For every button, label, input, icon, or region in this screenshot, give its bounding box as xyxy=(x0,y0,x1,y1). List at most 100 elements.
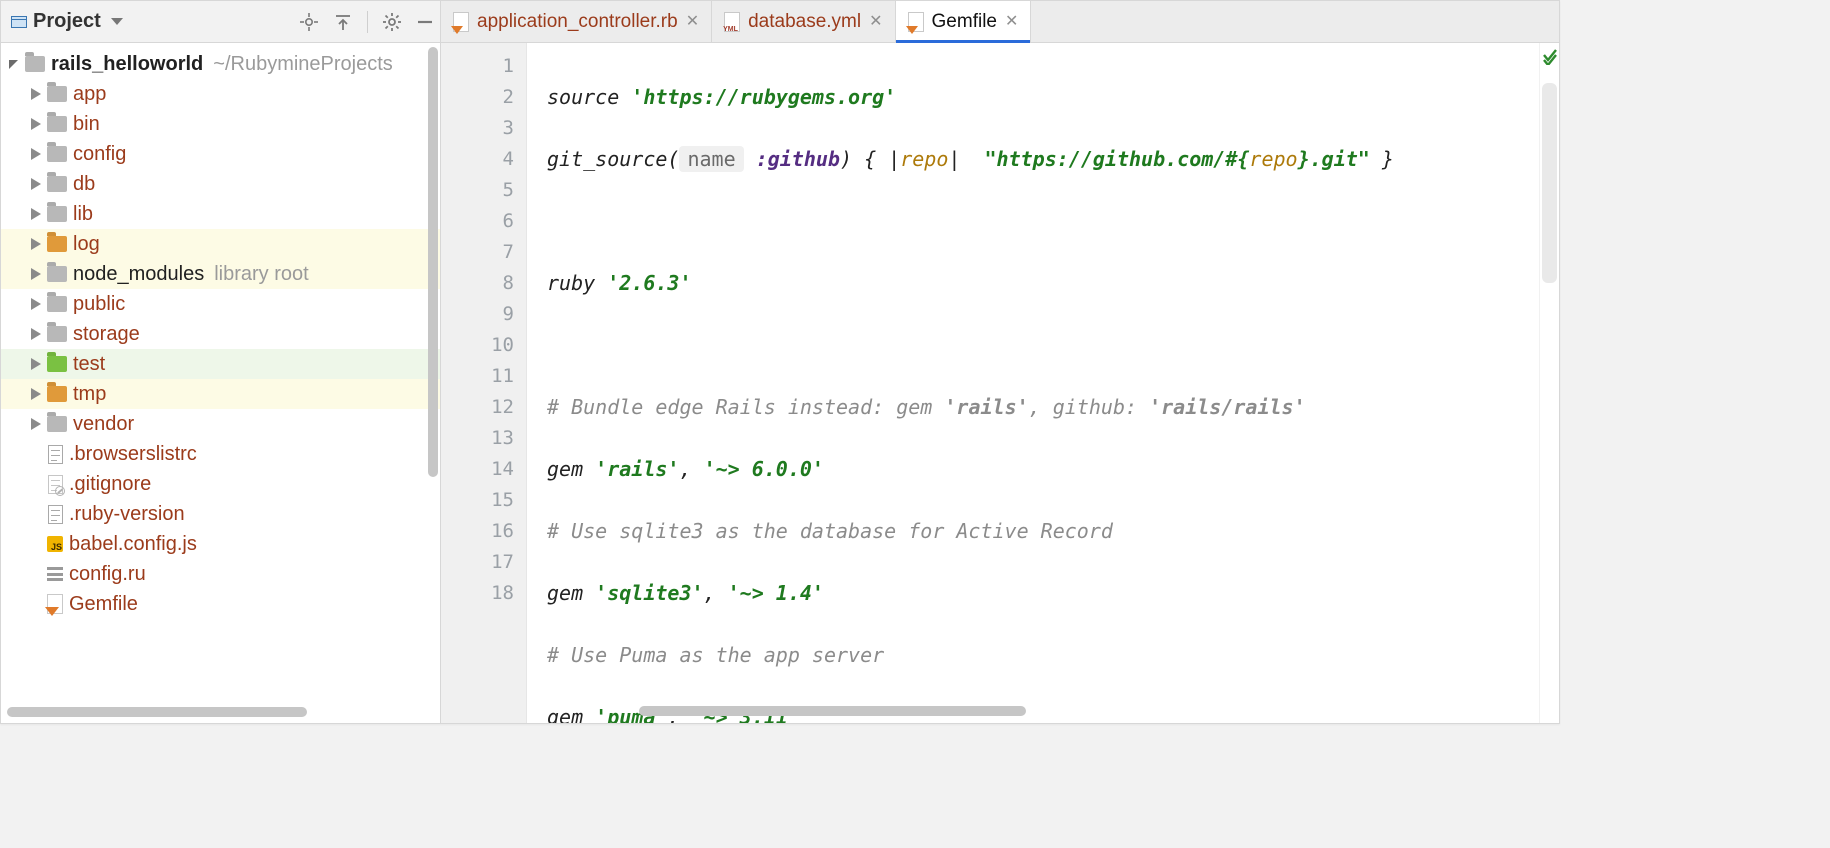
hide-icon[interactable] xyxy=(416,13,434,31)
tree-folder[interactable]: bin xyxy=(1,109,440,139)
tree-folder[interactable]: tmp xyxy=(1,379,440,409)
project-icon xyxy=(11,16,27,28)
scrollbar-thumb[interactable] xyxy=(7,707,307,717)
line-number: 13 xyxy=(441,423,514,454)
line-number: 17 xyxy=(441,547,514,578)
tree-horizontal-scrollbar[interactable] xyxy=(7,705,434,719)
tree-item-label: db xyxy=(73,173,95,196)
line-number-gutter: 123456789101112131415161718 xyxy=(441,43,527,723)
tab-label: Gemfile xyxy=(932,11,997,33)
tree-folder[interactable]: vendor xyxy=(1,409,440,439)
tree-item-label: babel.config.js xyxy=(69,533,197,556)
line-number: 18 xyxy=(441,578,514,609)
separator xyxy=(367,11,368,33)
tree-file[interactable]: .gitignore xyxy=(1,469,440,499)
line-number: 11 xyxy=(441,361,514,392)
line-number: 2 xyxy=(441,82,514,113)
yaml-file-icon: YML xyxy=(724,12,740,32)
line-number: 9 xyxy=(441,299,514,330)
ruby-file-icon xyxy=(453,12,469,32)
project-tree[interactable]: rails_helloworld ~/RubymineProjects app b… xyxy=(1,43,440,705)
line-number: 3 xyxy=(441,113,514,144)
collapse-arrow-icon[interactable] xyxy=(29,327,43,341)
line-number: 12 xyxy=(441,392,514,423)
collapse-arrow-icon[interactable] xyxy=(29,297,43,311)
gem-file-icon xyxy=(47,594,63,614)
tree-item-label: lib xyxy=(73,203,93,226)
collapse-arrow-icon[interactable] xyxy=(29,147,43,161)
tree-root[interactable]: rails_helloworld ~/RubymineProjects xyxy=(1,49,440,79)
inspection-status-icon[interactable] xyxy=(1543,49,1556,65)
code-text[interactable]: source 'https://rubygems.org' git_source… xyxy=(527,43,1539,723)
collapse-arrow-icon[interactable] xyxy=(29,117,43,131)
tree-item-label: bin xyxy=(73,113,100,136)
line-number: 4 xyxy=(441,144,514,175)
tree-vertical-scrollbar[interactable] xyxy=(428,47,438,677)
close-icon[interactable]: ✕ xyxy=(1005,14,1018,30)
tab-label: application_controller.rb xyxy=(477,11,678,33)
collapse-arrow-icon[interactable] xyxy=(29,87,43,101)
rack-file-icon xyxy=(47,564,63,584)
scrollbar-thumb[interactable] xyxy=(428,47,438,477)
collapse-arrow-icon[interactable] xyxy=(29,207,43,221)
tree-item-label: .browserslistrc xyxy=(69,443,197,466)
folder-icon xyxy=(47,296,67,312)
ignored-file-icon xyxy=(47,474,63,494)
tree-folder[interactable]: public xyxy=(1,289,440,319)
tree-item-label: app xyxy=(73,83,106,106)
tree-file[interactable]: JS babel.config.js xyxy=(1,529,440,559)
project-view-label: Project xyxy=(33,10,101,33)
tree-file[interactable]: .ruby-version xyxy=(1,499,440,529)
collapse-arrow-icon[interactable] xyxy=(29,177,43,191)
collapse-arrow-icon[interactable] xyxy=(29,357,43,371)
folder-icon xyxy=(47,206,67,222)
folder-icon xyxy=(47,386,67,402)
close-icon[interactable]: ✕ xyxy=(869,14,882,30)
tree-item-label: test xyxy=(73,353,105,376)
ide-window: Project xyxy=(0,0,1560,724)
tree-file[interactable]: .browserslistrc xyxy=(1,439,440,469)
folder-icon xyxy=(47,356,67,372)
line-number: 7 xyxy=(441,237,514,268)
close-icon[interactable]: ✕ xyxy=(686,14,699,30)
collapse-arrow-icon[interactable] xyxy=(29,237,43,251)
tree-item-label: .gitignore xyxy=(69,473,151,496)
text-file-icon xyxy=(47,444,63,464)
js-file-icon: JS xyxy=(47,534,63,554)
editor-tab[interactable]: application_controller.rb ✕ xyxy=(441,1,712,42)
tree-folder[interactable]: config xyxy=(1,139,440,169)
tree-folder[interactable]: app xyxy=(1,79,440,109)
gear-icon[interactable] xyxy=(382,12,402,32)
tree-item-label: node_modules xyxy=(73,263,204,286)
text-file-icon xyxy=(47,504,63,524)
tree-folder[interactable]: storage xyxy=(1,319,440,349)
expand-arrow-icon[interactable] xyxy=(7,57,21,71)
editor-tab[interactable]: YMLdatabase.yml✕ xyxy=(712,1,895,42)
tree-folder[interactable]: db xyxy=(1,169,440,199)
line-number: 5 xyxy=(441,175,514,206)
editor-tab[interactable]: Gemfile ✕ xyxy=(896,1,1032,42)
editor-area: application_controller.rb✕YMLdatabase.ym… xyxy=(441,1,1559,723)
tree-folder[interactable]: lib xyxy=(1,199,440,229)
folder-icon xyxy=(47,326,67,342)
ruby-file-icon xyxy=(908,12,924,32)
editor-horizontal-scrollbar[interactable] xyxy=(639,705,1519,717)
locate-icon[interactable] xyxy=(299,12,319,32)
collapse-arrow-icon[interactable] xyxy=(29,267,43,281)
editor-vertical-scrollbar[interactable] xyxy=(1542,83,1557,283)
tree-folder[interactable]: node_moduleslibrary root xyxy=(1,259,440,289)
editor: 123456789101112131415161718 source 'http… xyxy=(441,43,1559,723)
tree-folder[interactable]: test xyxy=(1,349,440,379)
collapse-all-icon[interactable] xyxy=(333,12,353,32)
tree-folder[interactable]: log xyxy=(1,229,440,259)
project-toolbar-actions xyxy=(299,11,434,33)
scrollbar-thumb[interactable] xyxy=(639,706,1026,716)
project-view-selector[interactable]: Project xyxy=(7,8,127,35)
tree-file[interactable]: config.ru xyxy=(1,559,440,589)
line-number: 15 xyxy=(441,485,514,516)
tree-file[interactable]: Gemfile xyxy=(1,589,440,619)
folder-icon xyxy=(47,236,67,252)
collapse-arrow-icon[interactable] xyxy=(29,387,43,401)
collapse-arrow-icon[interactable] xyxy=(29,417,43,431)
editor-right-gutter[interactable] xyxy=(1539,43,1559,723)
